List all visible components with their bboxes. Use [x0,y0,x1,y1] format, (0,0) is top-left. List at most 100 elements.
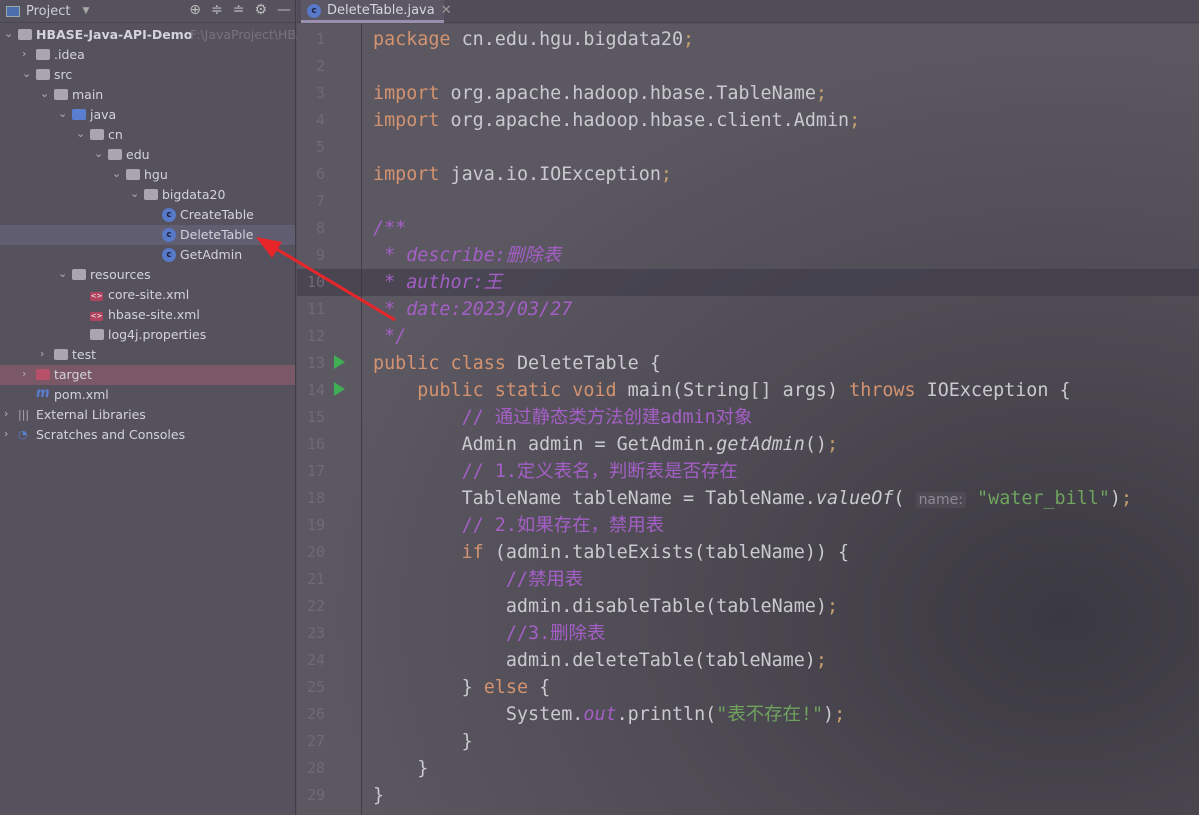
code-line[interactable]: 25 } else { [297,674,1199,701]
tree-item-pom-xml[interactable]: m pom.xml [0,385,295,405]
chevron-down-icon[interactable]: ⌄ [112,167,121,180]
code-text: Admin admin = GetAdmin.getAdmin(); [373,431,839,458]
tree-item-hgu[interactable]: ⌄ hgu [0,165,295,185]
code-token: } [373,785,385,806]
code-line[interactable]: 5 [297,134,1199,161]
tree-item-test[interactable]: › test [0,345,295,365]
tree-item-cn[interactable]: ⌄ cn [0,125,295,145]
code-line[interactable]: 7 [297,188,1199,215]
tree-item-createtable[interactable]: c CreateTable [0,205,295,225]
tree-item-deletetable[interactable]: c DeleteTable [0,225,295,245]
properties-file-icon [90,329,104,340]
code-token: ; [683,29,695,50]
close-tab-icon[interactable]: ✕ [441,3,452,18]
run-icon[interactable] [334,355,345,369]
tree-item-main[interactable]: ⌄ main [0,85,295,105]
chevron-down-icon[interactable]: ⌄ [40,87,49,100]
code-line[interactable]: 13 public class DeleteTable { [297,350,1199,377]
code-line[interactable]: 8 /** [297,215,1199,242]
tree-item-edu[interactable]: ⌄ edu [0,145,295,165]
project-panel: Project ▼ ⊕ ≑ ≐ ⚙ — ⌄ HBASE-Java-API-Demo… [0,0,320,815]
code-token: System. [373,704,584,725]
tree-item-log4j-properties[interactable]: log4j.properties [0,325,295,345]
code-line[interactable]: 19 // 2.如果存在，禁用表 [297,512,1199,539]
tree-item-label: target [54,367,93,382]
code-line[interactable]: 2 [297,53,1199,80]
line-number: 4 [315,111,325,129]
code-token: "water_bill" [965,488,1110,509]
chevron-down-icon[interactable]: ▼ [82,6,89,16]
code-token: import [373,164,451,185]
tree-item-getadmin[interactable]: c GetAdmin [0,245,295,265]
code-line[interactable]: 3 import org.apache.hadoop.hbase.TableNam… [297,80,1199,107]
tree-item-src[interactable]: ⌄ src [0,65,295,85]
chevron-down-icon[interactable]: ⌄ [22,67,31,80]
chevron-right-icon[interactable]: › [4,427,8,440]
code-line[interactable]: 15 // 通过静态类方法创建admin对象 [297,404,1199,431]
code-line[interactable]: 4 import org.apache.hadoop.hbase.client.A… [297,107,1199,134]
chevron-down-icon[interactable]: ⌄ [4,27,13,40]
line-number: 23 [306,624,325,642]
code-token: ; [1121,488,1133,509]
code-line[interactable]: 14 public static void main(String[] args… [297,377,1199,404]
minimize-icon[interactable]: — [277,2,291,18]
tree-item-target[interactable]: › target [0,365,295,385]
code-editor[interactable]: 1 package cn.edu.hgu.bigdata20; 2 3 import o… [297,24,1199,815]
tree-item-external-libraries[interactable]: › ||| External Libraries [0,405,295,425]
chevron-right-icon[interactable]: › [4,407,8,420]
locate-icon[interactable]: ⊕ [189,2,201,18]
code-token: Admin admin = GetAdmin. [373,434,717,455]
code-line[interactable]: 6 import java.io.IOException; [297,161,1199,188]
tree-item-core-site-xml[interactable]: <> core-site.xml [0,285,295,305]
chevron-right-icon[interactable]: › [22,47,26,60]
code-line[interactable]: 9 * describe:删除表 [297,242,1199,269]
code-line[interactable]: 23 //3.删除表 [297,620,1199,647]
folder-icon [36,49,50,60]
code-line[interactable]: 12 */ [297,323,1199,350]
tree-item-resources[interactable]: ⌄ resources [0,265,295,285]
code-line[interactable]: 28 } [297,755,1199,782]
tree-item-bigdata20[interactable]: ⌄ bigdata20 [0,185,295,205]
tree-item-scratches-and-consoles[interactable]: › ◔ Scratches and Consoles [0,425,295,445]
chevron-right-icon[interactable]: › [40,347,44,360]
tree-item-hbase-java-api-demo[interactable]: ⌄ HBASE-Java-API-Demo F:\JavaProject\HBASE [0,25,320,45]
tree-item-label: bigdata20 [162,187,226,202]
expand-all-icon[interactable]: ≑ [211,2,223,18]
code-text: /** [373,215,406,242]
code-line[interactable]: 17 // 1.定义表名，判断表是否存在 [297,458,1199,485]
code-token: ; [815,650,827,671]
code-line[interactable]: 20 if (admin.tableExists(tableName)) { [297,539,1199,566]
code-line[interactable]: 11 * date:2023/03/27 [297,296,1199,323]
chevron-right-icon[interactable]: › [22,367,26,380]
code-line[interactable]: 26 System.out.println("表不存在!"); [297,701,1199,728]
gear-icon[interactable]: ⚙ [254,2,267,18]
xml-file-icon: <> [90,312,103,321]
chevron-down-icon[interactable]: ⌄ [58,107,67,120]
tree-item-label: test [72,347,97,362]
code-line[interactable]: 18 TableName tableName = TableName.value… [297,485,1199,512]
tree-item-hbase-site-xml[interactable]: <> hbase-site.xml [0,305,295,325]
tree-item-label: src [54,67,73,82]
maven-icon: m [36,386,50,401]
code-line[interactable]: 29} [297,782,1199,809]
tree-item-label: HBASE-Java-API-Demo [36,27,193,42]
code-line[interactable]: 22 admin.disableTable(tableName); [297,593,1199,620]
java-class-icon: c [162,248,176,262]
run-icon[interactable] [334,382,345,396]
code-token: * author:王 [373,272,503,293]
tree-item-java[interactable]: ⌄ java [0,105,295,125]
tree-item-idea[interactable]: › .idea [0,45,295,65]
code-line[interactable]: 27 } [297,728,1199,755]
code-line[interactable]: 21 //禁用表 [297,566,1199,593]
chevron-down-icon[interactable]: ⌄ [76,127,85,140]
code-line[interactable]: 10 * author:王 [297,269,1199,296]
chevron-down-icon[interactable]: ⌄ [130,187,139,200]
chevron-down-icon[interactable]: ⌄ [94,147,103,160]
chevron-down-icon[interactable]: ⌄ [58,267,67,280]
tab-deletetable-java[interactable]: c DeleteTable.java ✕ [301,0,452,23]
project-view-selector[interactable]: Project [26,4,70,19]
code-line[interactable]: 1 package cn.edu.hgu.bigdata20; [297,26,1199,53]
collapse-all-icon[interactable]: ≐ [233,2,245,18]
code-line[interactable]: 16 Admin admin = GetAdmin.getAdmin(); [297,431,1199,458]
code-line[interactable]: 24 admin.deleteTable(tableName); [297,647,1199,674]
